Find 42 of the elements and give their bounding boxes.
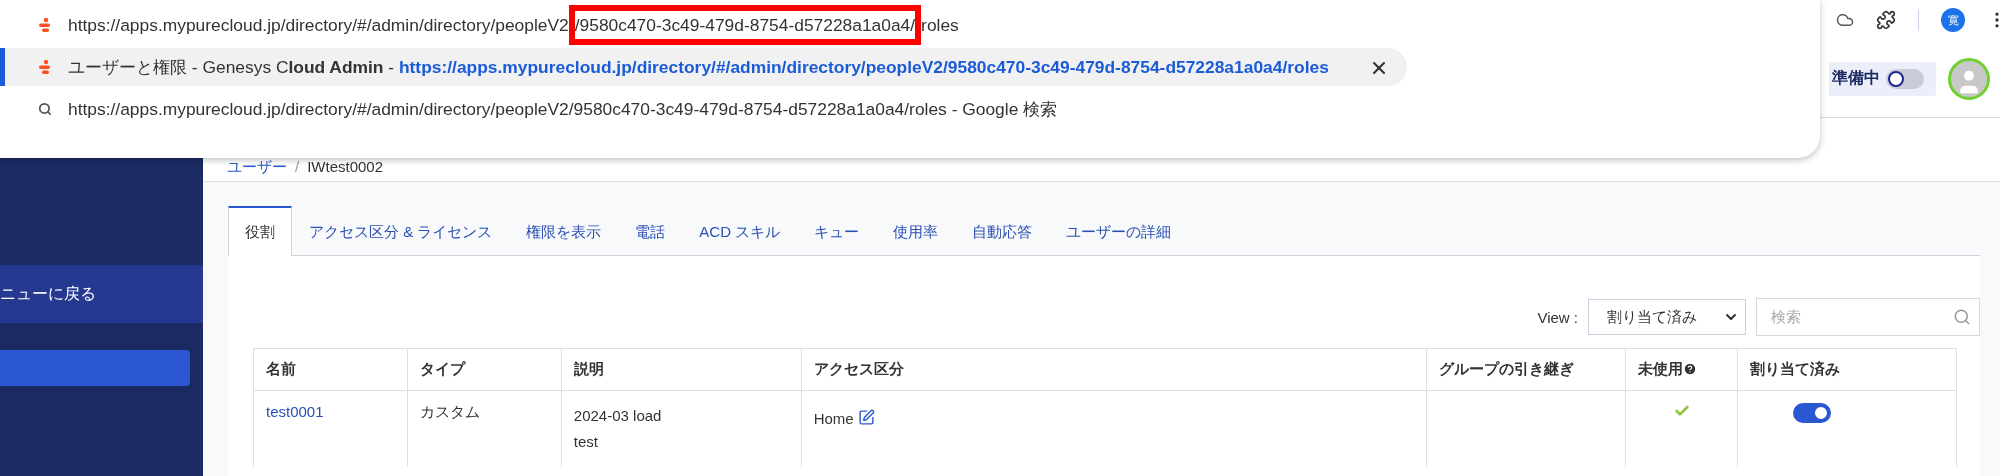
suggestion-url[interactable]: roles — [921, 14, 959, 36]
search-icon — [38, 102, 52, 116]
column-header: タイプ — [407, 348, 562, 391]
profile-avatar[interactable]: 寛 — [1941, 8, 1965, 32]
breadcrumb-separator: / — [295, 158, 300, 176]
suggestion-search[interactable]: https://apps.mypurecloud.jp/directory/#/admin/directory/peopleV2/9580c470-3c49-479d-8754-d57228a1a0a4/roles - Google 検索 — [68, 97, 1058, 121]
column-header: 割り当て済み — [1737, 348, 1957, 391]
search-icon[interactable] — [1953, 308, 1971, 326]
role-link[interactable]: test0001 — [266, 403, 324, 420]
column-header: グループの引き継ぎ — [1426, 348, 1626, 391]
tab[interactable]: キュー — [797, 206, 877, 256]
column-header: 説明 — [561, 348, 802, 391]
status-toggle[interactable]: 準備中 — [1829, 61, 1936, 96]
breadcrumb-link[interactable]: ユーザー — [227, 158, 287, 178]
tab[interactable]: 使用率 — [876, 206, 956, 256]
tab[interactable]: ACD スキル — [682, 206, 798, 256]
tab[interactable]: 電話 — [618, 206, 683, 256]
view-label: View : — [1537, 308, 1578, 326]
suggestion-url[interactable]: https://apps.mypurecloud.jp/directory/#/admin/directory/peopleV2 — [68, 14, 569, 36]
column-header: 未使用 — [1625, 348, 1738, 391]
edit-icon[interactable] — [857, 409, 875, 426]
tab[interactable]: アクセス区分 & ライセンス — [292, 206, 510, 256]
extensions-icon[interactable] — [1876, 10, 1896, 30]
tab[interactable]: 役割 — [228, 206, 292, 256]
column-header: 名前 — [253, 348, 408, 391]
table-cell: Home — [813, 410, 854, 427]
breadcrumb-current: IWtest0002 — [307, 158, 384, 176]
genesys-logo-icon — [38, 59, 52, 75]
table-cell-text: 2024-03 load — [573, 406, 663, 426]
cloud-icon[interactable] — [1836, 11, 1854, 29]
tab[interactable]: 権限を表示 — [509, 206, 619, 256]
help-icon[interactable] — [1683, 362, 1698, 376]
tab[interactable]: ユーザーの詳細 — [1049, 206, 1189, 256]
table-cell-text: test — [573, 432, 599, 452]
tab[interactable]: 自動応答 — [955, 206, 1050, 256]
genesys-logo-icon — [38, 17, 52, 33]
sidebar-item[interactable]: ニューに戻る — [0, 265, 203, 323]
table-cell: カスタム — [419, 403, 480, 420]
column-header: アクセス区分 — [801, 348, 1427, 391]
highlighted-url-part: /9580c470-3c49-479d-8754-d57228a1a0a4/ — [568, 5, 922, 45]
view-select[interactable]: 割り当て済み — [1588, 299, 1746, 335]
assigned-toggle[interactable] — [1793, 403, 1832, 423]
